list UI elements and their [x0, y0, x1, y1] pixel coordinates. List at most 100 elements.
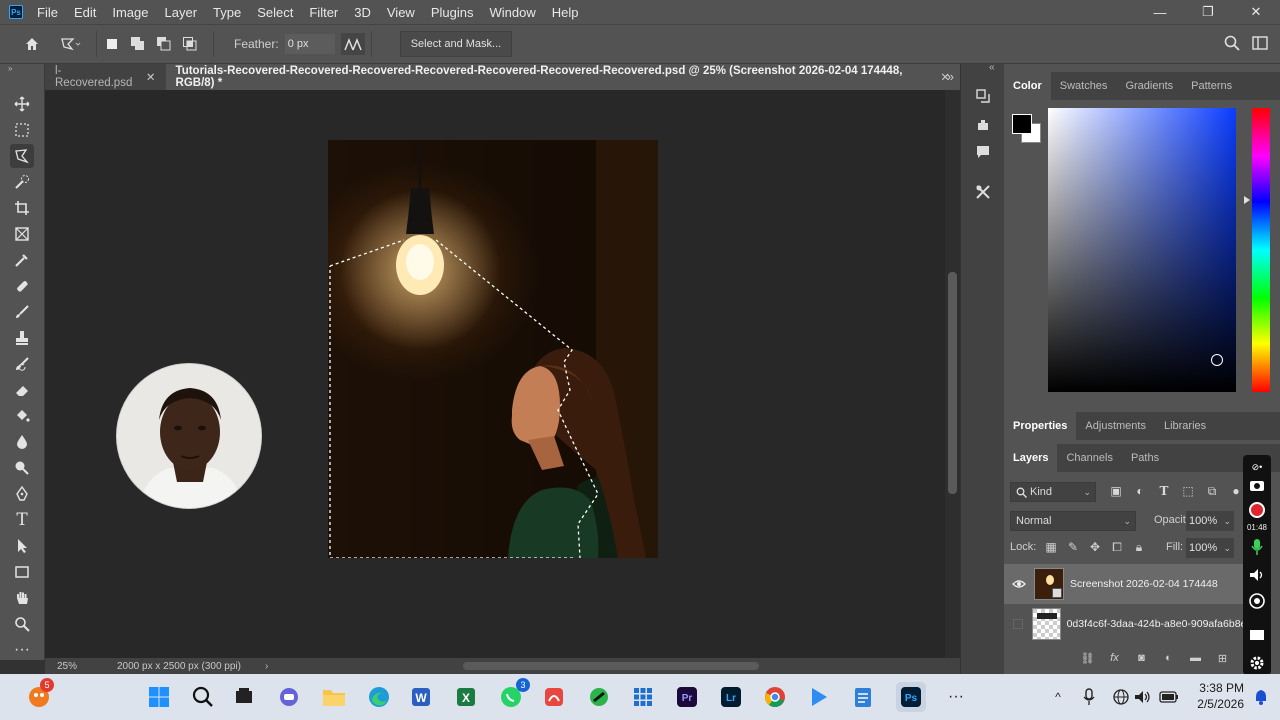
menu-help[interactable]: Help — [552, 5, 579, 20]
comments-panel-icon[interactable] — [973, 142, 993, 162]
path-selection-tool-icon[interactable] — [10, 534, 34, 558]
edge-browser-icon[interactable] — [364, 682, 394, 712]
history-panel-icon[interactable] — [973, 86, 993, 106]
hand-tool-icon[interactable] — [10, 586, 34, 610]
menu-image[interactable]: Image — [112, 5, 148, 20]
foreground-color-swatch[interactable] — [1012, 114, 1032, 134]
opacity-input[interactable]: 100% ⌄ — [1186, 511, 1234, 531]
new-group-icon[interactable]: ▬ — [1182, 652, 1209, 665]
vertical-scrollbar[interactable] — [945, 90, 960, 658]
paint-bucket-tool-icon[interactable] — [10, 404, 34, 428]
tab-active-document[interactable]: Tutorials-Recovered-Recovered-Recovered-… — [165, 64, 960, 90]
dodge-tool-icon[interactable] — [10, 456, 34, 480]
tab-recovered[interactable]: l-Recovered.psd ✕ — [45, 64, 166, 90]
shape-filter-icon[interactable]: ⬚ — [1176, 484, 1200, 499]
whatsapp-icon[interactable]: 3 — [496, 678, 530, 712]
close-tab-icon[interactable]: ✕ — [146, 70, 156, 84]
close-window-button[interactable]: ✕ — [1232, 0, 1280, 24]
type-filter-icon[interactable]: T — [1152, 484, 1176, 499]
menu-view[interactable]: View — [387, 5, 415, 20]
brush-tool-icon[interactable] — [10, 300, 34, 324]
pixel-filter-icon[interactable]: ▣ — [1104, 484, 1128, 499]
battery-icon[interactable] — [1154, 682, 1184, 712]
lock-transparent-pixels-icon[interactable]: ▦ — [1040, 540, 1062, 555]
tab-color[interactable]: Color — [1004, 72, 1051, 100]
menu-layer[interactable]: Layer — [165, 5, 198, 20]
new-layer-icon[interactable]: ⊞ — [1209, 652, 1236, 665]
new-adjustment-layer-icon[interactable]: ◐ — [1155, 652, 1182, 665]
tab-layers[interactable]: Layers — [1004, 444, 1058, 472]
notification-app-icon[interactable]: 5 — [24, 678, 54, 712]
microphone-icon[interactable] — [1247, 537, 1267, 557]
restore-button[interactable]: ❐ — [1184, 0, 1232, 24]
smart-object-filter-icon[interactable]: ⧉ — [1200, 484, 1224, 499]
menu-3d[interactable]: 3D — [354, 5, 371, 20]
mic-tray-icon[interactable] — [1074, 682, 1104, 712]
menu-window[interactable]: Window — [489, 5, 535, 20]
clone-stamp-tool-icon[interactable] — [10, 326, 34, 350]
layer-style-icon[interactable]: fx — [1101, 652, 1128, 665]
lightroom-icon[interactable]: Lr — [716, 682, 746, 712]
eraser-tool-icon[interactable] — [10, 378, 34, 402]
intersect-selection-icon[interactable] — [181, 35, 199, 53]
menu-edit[interactable]: Edit — [74, 5, 96, 20]
webcam-icon[interactable] — [1247, 591, 1267, 611]
menu-filter[interactable]: Filter — [309, 5, 338, 20]
record-button-icon[interactable] — [1247, 500, 1267, 520]
lock-artboard-icon[interactable]: ⧠ — [1106, 540, 1128, 555]
rectangle-tool-icon[interactable] — [10, 560, 34, 584]
polygonal-lasso-preset-icon[interactable] — [50, 36, 90, 52]
menu-plugins[interactable]: Plugins — [431, 5, 474, 20]
screen-capture-icon[interactable] — [1247, 625, 1267, 645]
menu-type[interactable]: Type — [213, 5, 241, 20]
history-brush-tool-icon[interactable] — [10, 352, 34, 376]
search-icon[interactable] — [188, 682, 218, 712]
more-tabs-icon[interactable]: » — [947, 69, 954, 84]
taskbar-clock[interactable]: 3:38 PM 2/5/2026 — [1190, 680, 1244, 712]
lock-all-icon[interactable]: 🔒︎ — [1128, 540, 1150, 555]
minimize-button[interactable]: — — [1136, 0, 1184, 24]
more-tools-icon[interactable]: ··· — [10, 638, 34, 662]
layer-filter-select[interactable]: Kind ⌄ — [1010, 482, 1096, 502]
notepad-icon[interactable] — [848, 682, 878, 712]
file-explorer-icon[interactable] — [319, 682, 349, 712]
adjustment-filter-icon[interactable]: ◐ — [1128, 484, 1152, 499]
zoom-tool-icon[interactable] — [10, 612, 34, 636]
antialias-icon[interactable] — [340, 33, 365, 55]
marquee-tool-icon[interactable] — [10, 118, 34, 142]
tab-paths[interactable]: Paths — [1122, 444, 1168, 472]
menu-file[interactable]: File — [37, 5, 58, 20]
chevron-up-icon[interactable]: ^ — [1043, 682, 1073, 712]
green-app-icon[interactable] — [584, 682, 614, 712]
tab-properties[interactable]: Properties — [1004, 412, 1077, 440]
add-to-selection-icon[interactable] — [129, 35, 147, 53]
search-icon[interactable] — [1224, 35, 1240, 54]
new-selection-icon[interactable] — [103, 35, 121, 53]
store-apps-icon[interactable] — [628, 682, 658, 712]
saturation-brightness-field[interactable] — [1048, 108, 1236, 392]
link-layers-icon[interactable]: ⛓ — [1074, 652, 1101, 665]
word-icon[interactable]: W — [406, 682, 436, 712]
frame-tool-icon[interactable] — [10, 222, 34, 246]
plugins-panel-icon[interactable] — [973, 114, 993, 134]
move-tool-icon[interactable] — [10, 92, 34, 116]
color-picker-ring[interactable] — [1211, 354, 1223, 366]
chrome-icon[interactable] — [760, 682, 790, 712]
zoom-level[interactable]: 25% — [57, 661, 117, 672]
lasso-tool-icon[interactable] — [10, 144, 34, 168]
play-app-icon[interactable] — [804, 682, 834, 712]
tab-patterns[interactable]: Patterns — [1182, 72, 1241, 100]
document-image[interactable] — [328, 140, 658, 558]
tab-adjustments[interactable]: Adjustments — [1076, 412, 1155, 440]
eyedropper-tool-icon[interactable] — [10, 248, 34, 272]
more-apps-icon[interactable]: ··· — [941, 682, 971, 712]
status-arrow-icon[interactable]: › — [265, 661, 268, 672]
add-mask-icon[interactable]: ◙ — [1128, 652, 1155, 665]
feather-input[interactable] — [284, 34, 335, 54]
workspace-icon[interactable] — [1252, 35, 1268, 54]
collapse-toolbar-icon[interactable]: » — [8, 64, 12, 73]
photoshop-taskbar-icon[interactable]: Ps — [896, 682, 926, 712]
pdf-reader-icon[interactable] — [539, 682, 569, 712]
lock-position-icon[interactable]: ✥ — [1084, 540, 1106, 555]
visibility-off-icon[interactable] — [1004, 619, 1032, 629]
